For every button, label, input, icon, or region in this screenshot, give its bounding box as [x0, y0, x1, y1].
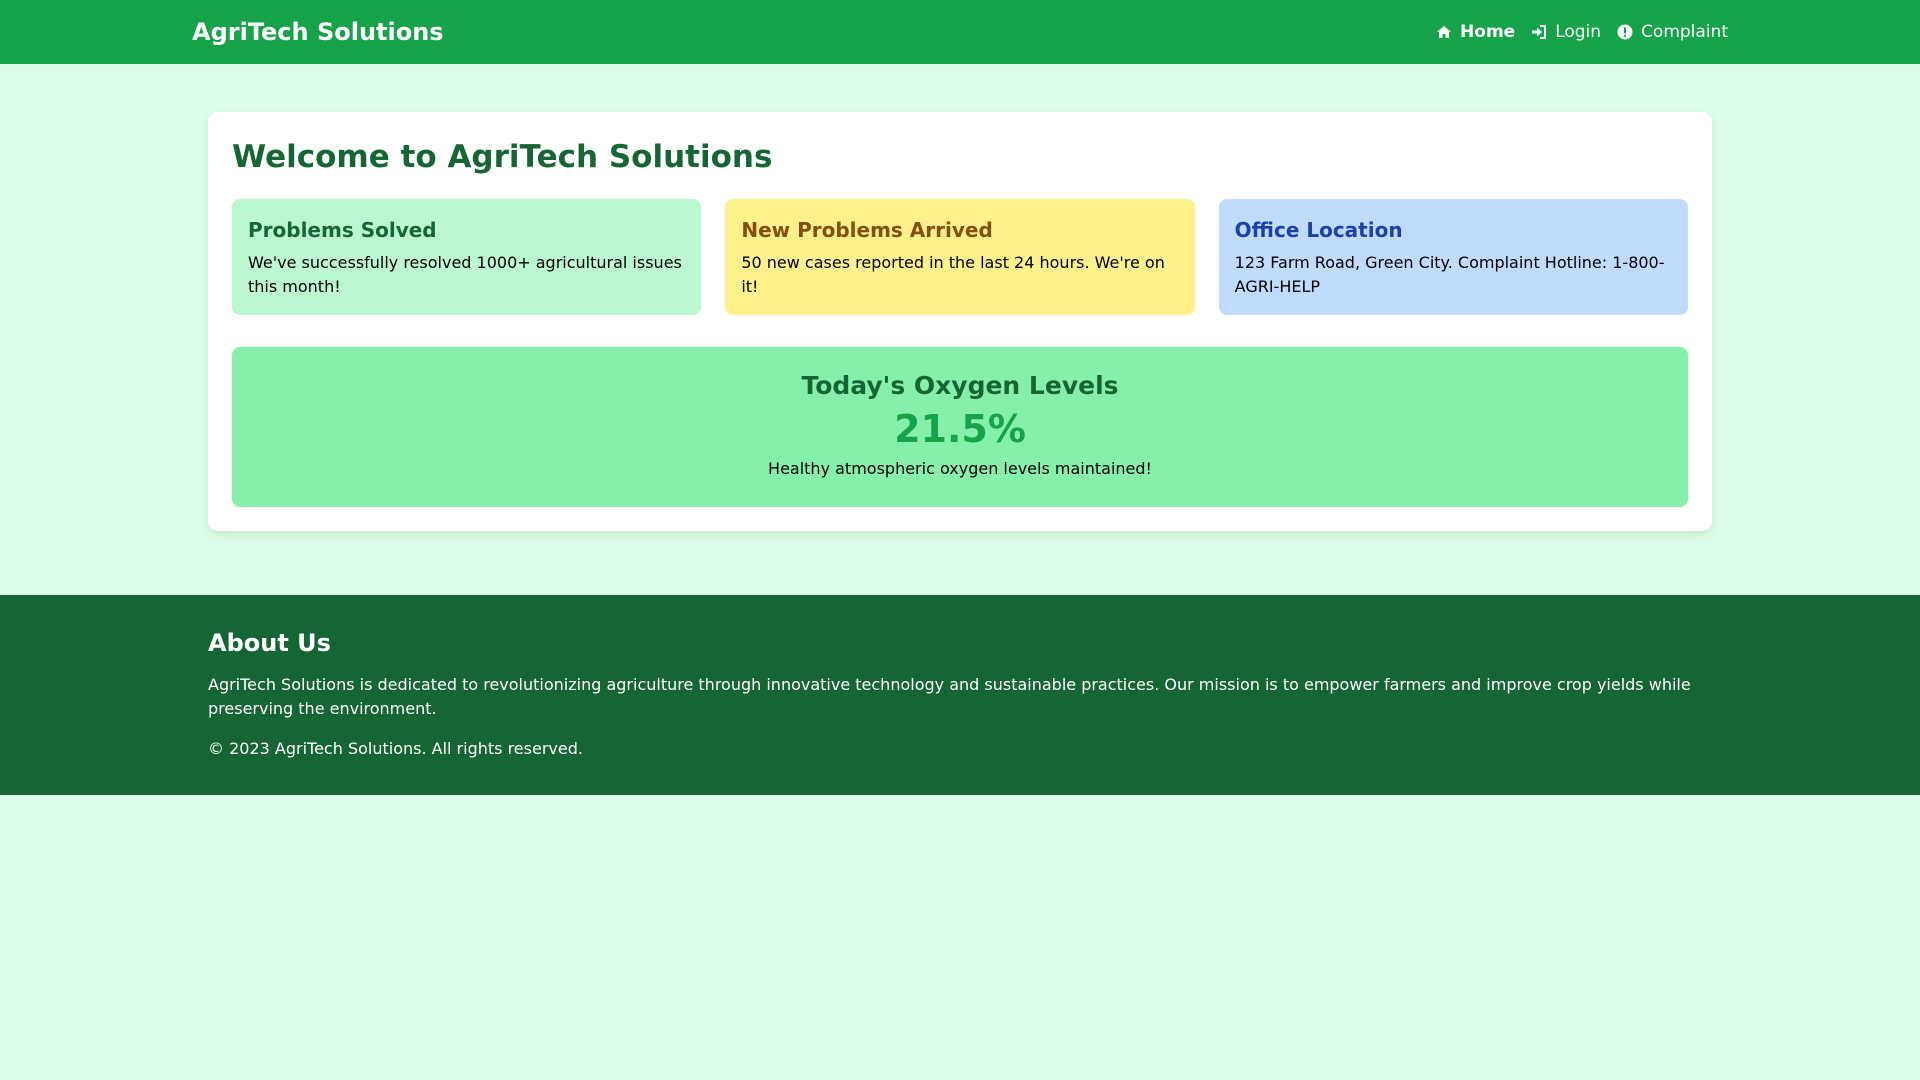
footer-about-text: AgriTech Solutions is dedicated to revol…: [208, 675, 1691, 718]
new-problems-card: New Problems Arrived 50 new cases report…: [725, 199, 1195, 315]
office-location-card: Office Location 123 Farm Road, Green Cit…: [1218, 199, 1688, 315]
main-content: Welcome to AgriTech Solutions Problems S…: [0, 64, 1920, 531]
problems-solved-text: We've successfully resolved 1000+ agricu…: [248, 253, 682, 296]
welcome-card: Welcome to AgriTech Solutions Problems S…: [208, 112, 1712, 531]
oxygen-value: 21.5%: [894, 407, 1026, 451]
new-problems-text: 50 new cases reported in the last 24 hou…: [741, 253, 1165, 296]
info-cards: Problems Solved We've successfully resol…: [232, 199, 1688, 315]
nav-login-link[interactable]: Login: [1531, 22, 1601, 42]
nav-complaint-label: Complaint: [1641, 22, 1728, 42]
home-icon: [1437, 26, 1452, 38]
nav-links: Home Login Complaint: [1436, 22, 1728, 42]
problems-solved-card: Problems Solved We've successfully resol…: [232, 199, 702, 315]
nav-home-link[interactable]: Home: [1436, 22, 1515, 42]
navbar: AgriTech Solutions Home Login Complaint: [0, 0, 1920, 64]
oxygen-levels-panel: Today's Oxygen Levels 21.5% Healthy atmo…: [232, 347, 1688, 507]
office-location-title: Office Location: [1234, 218, 1403, 242]
brand-logo[interactable]: AgriTech Solutions: [192, 18, 444, 46]
nav-complaint-link[interactable]: Complaint: [1617, 22, 1728, 42]
oxygen-note: Healthy atmospheric oxygen levels mainta…: [768, 459, 1152, 478]
info-icon: [1617, 24, 1633, 40]
new-problems-title: New Problems Arrived: [741, 218, 993, 242]
page-title: Welcome to AgriTech Solutions: [232, 139, 773, 175]
footer-copyright: © 2023 AgriTech Solutions. All rights re…: [208, 739, 583, 758]
office-location-text: 123 Farm Road, Green City. Complaint Hot…: [1234, 253, 1665, 296]
nav-home-label: Home: [1460, 22, 1516, 42]
problems-solved-title: Problems Solved: [248, 218, 437, 242]
oxygen-title: Today's Oxygen Levels: [801, 371, 1119, 400]
footer: About Us AgriTech Solutions is dedicated…: [0, 595, 1920, 795]
login-icon: [1532, 25, 1547, 39]
nav-login-label: Login: [1555, 22, 1602, 42]
footer-title: About Us: [208, 629, 331, 657]
